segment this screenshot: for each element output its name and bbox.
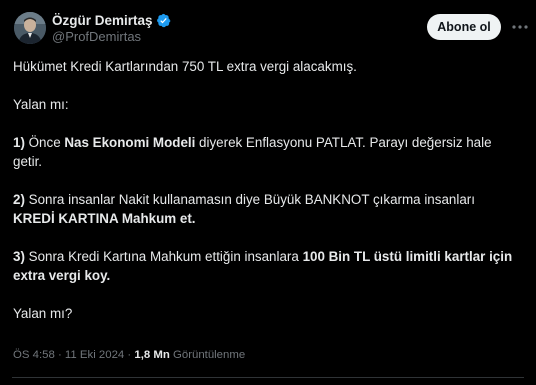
tweet-point-2: 2) Sonra insanlar Nakit kullanamasın diy… xyxy=(13,190,513,228)
views-count[interactable]: 1,8 Mn xyxy=(134,349,169,361)
avatar-image xyxy=(14,12,46,44)
follow-button[interactable]: Abone ol xyxy=(427,14,501,40)
point-text: Önce xyxy=(24,135,65,150)
more-options-icon[interactable] xyxy=(510,17,530,37)
tweet: Özgür Demirtaş @ProfDemirtas Abone ol Hü… xyxy=(0,0,536,385)
tweet-text: Hükümet Kredi Kartlarından 750 TL extra … xyxy=(13,57,513,323)
point-emphasis: KREDİ KARTINA Mahkum et. xyxy=(13,211,196,226)
avatar[interactable] xyxy=(14,12,46,44)
point-number: 2) xyxy=(13,192,25,207)
tweet-time[interactable]: ÖS 4:58 xyxy=(13,349,55,361)
point-number: 1) xyxy=(13,135,25,150)
views-label: Görüntülenme xyxy=(169,349,246,361)
tweet-point-3: 3) Sonra Kredi Kartına Mahkum ettiğin in… xyxy=(13,247,513,285)
point-number: 3) xyxy=(13,249,25,264)
author-name[interactable]: Özgür Demirtaş xyxy=(52,12,171,29)
author-name-text[interactable]: Özgür Demirtaş xyxy=(52,12,153,29)
meta-separator: · xyxy=(124,349,135,361)
tweet-line-1: Hükümet Kredi Kartlarından 750 TL extra … xyxy=(13,59,357,74)
tweet-date[interactable]: 11 Eki 2024 xyxy=(65,349,124,361)
verified-badge-icon xyxy=(156,13,170,28)
tweet-last-line: Yalan mı? xyxy=(13,306,73,321)
tweet-line-2: Yalan mı: xyxy=(13,97,69,112)
meta-separator: · xyxy=(54,349,65,361)
tweet-point-1: 1) Önce Nas Ekonomi Modeli diyerek Enfla… xyxy=(13,133,513,171)
point-text: Sonra Kredi Kartına Mahkum ettiğin insan… xyxy=(24,249,303,264)
point-emphasis: Nas Ekonomi Modeli xyxy=(64,135,196,150)
author-handle[interactable]: @ProfDemirtas xyxy=(52,29,141,45)
tweet-meta: ÖS 4:58 · 11 Eki 2024 · 1,8 Mn Görüntüle… xyxy=(13,347,245,363)
divider xyxy=(12,377,524,378)
point-text: Sonra insanlar Nakit kullanamasın diye B… xyxy=(24,192,475,207)
